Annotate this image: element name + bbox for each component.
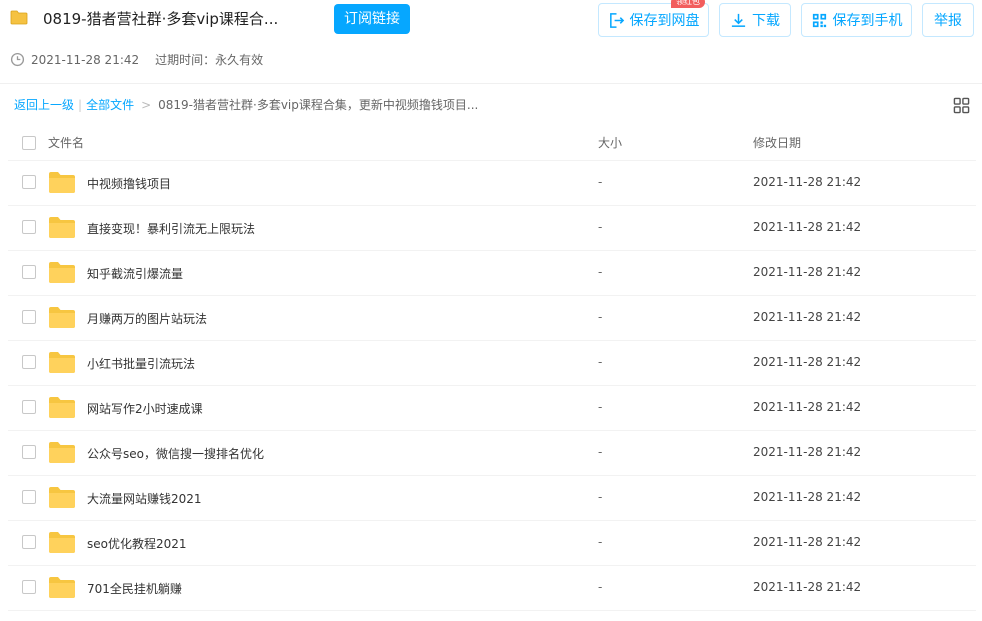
table-row[interactable]: 知乎截流引爆流量 - 2021-11-28 21:42: [8, 251, 976, 296]
file-date: 2021-11-28 21:42: [753, 310, 862, 324]
folder-icon: [49, 262, 75, 283]
download-button[interactable]: 下载: [719, 3, 791, 37]
row-checkbox[interactable]: [22, 220, 36, 234]
file-name[interactable]: 中视频撸钱项目: [87, 175, 171, 192]
share-meta: 2021-11-28 21:42 过期时间：永久有效: [10, 51, 263, 68]
header-date[interactable]: 修改日期: [753, 134, 801, 151]
folder-icon: [49, 172, 75, 193]
expire-time: 过期时间：永久有效: [155, 53, 264, 67]
folder-icon: [49, 532, 75, 553]
file-name[interactable]: 知乎截流引爆流量: [87, 265, 183, 282]
file-date: 2021-11-28 21:42: [753, 355, 862, 369]
file-date: 2021-11-28 21:42: [753, 445, 862, 459]
page-title: 0819-猎者营社群·多套vip课程合...: [43, 10, 279, 28]
file-name[interactable]: 大流量网站赚钱2021: [87, 490, 202, 507]
table-row[interactable]: 大流量网站赚钱2021 - 2021-11-28 21:42: [8, 476, 976, 521]
breadcrumb-arrow: >: [141, 97, 152, 112]
save-to-disk-icon: [609, 12, 624, 28]
file-size: -: [598, 580, 603, 594]
breadcrumb-all-files-link[interactable]: 全部文件: [86, 96, 134, 113]
save-to-netdisk-button[interactable]: 保存到网盘: [598, 3, 709, 37]
header-size[interactable]: 大小: [598, 134, 622, 151]
file-name[interactable]: seo优化教程2021: [87, 535, 187, 552]
breadcrumb-back-link[interactable]: 返回上一级: [14, 96, 74, 113]
download-label: 下载: [752, 13, 780, 29]
row-checkbox[interactable]: [22, 175, 36, 189]
file-date: 2021-11-28 21:42: [753, 400, 862, 414]
table-row[interactable]: 月赚两万的图片站玩法 - 2021-11-28 21:42: [8, 296, 976, 341]
table-row[interactable]: 公众号seo，微信搜一搜排名优化 - 2021-11-28 21:42: [8, 431, 976, 476]
save-to-netdisk-label: 保存到网盘: [629, 13, 700, 29]
row-checkbox[interactable]: [22, 445, 36, 459]
folder-icon: [49, 352, 75, 373]
table-row[interactable]: 网站写作2小时速成课 - 2021-11-28 21:42: [8, 386, 976, 431]
file-size: -: [598, 355, 603, 369]
folder-icon: [49, 217, 75, 238]
created-time: 2021-11-28 21:42: [31, 52, 140, 67]
table-row[interactable]: 小红书批量引流玩法 - 2021-11-28 21:42: [8, 341, 976, 386]
table-header: 文件名 大小 修改日期: [8, 124, 976, 161]
row-checkbox[interactable]: [22, 580, 36, 594]
table-row[interactable]: 701全民挂机躺赚 - 2021-11-28 21:42: [8, 566, 976, 611]
row-checkbox[interactable]: [22, 535, 36, 549]
report-button[interactable]: 举报: [922, 3, 974, 37]
file-size: -: [598, 490, 603, 504]
file-size: -: [598, 310, 603, 324]
folder-icon: [49, 397, 75, 418]
row-checkbox[interactable]: [22, 355, 36, 369]
qr-code-icon: [812, 13, 826, 27]
breadcrumb-current: 0819-猎者营社群·多套vip课程合集，更新中视频撸钱项目...: [158, 98, 479, 112]
file-size: -: [598, 265, 603, 279]
file-name[interactable]: 701全民挂机躺赚: [87, 580, 182, 597]
save-to-phone-button[interactable]: 保存到手机: [801, 3, 912, 37]
breadcrumb-separator: |: [78, 97, 83, 112]
file-name[interactable]: 直接变现！暴利引流无上限玩法: [87, 220, 255, 237]
folder-icon: [10, 10, 28, 25]
file-name[interactable]: 小红书批量引流玩法: [87, 355, 195, 372]
file-size: -: [598, 175, 603, 189]
file-date: 2021-11-28 21:42: [753, 220, 862, 234]
share-header: 0819-猎者营社群·多套vip课程合... 订阅链接 保存到网盘 领红包 下载…: [0, 0, 982, 84]
file-name[interactable]: 公众号seo，微信搜一搜排名优化: [87, 445, 264, 462]
folder-icon: [49, 307, 75, 328]
file-size: -: [598, 220, 603, 234]
subscribe-link-button[interactable]: 订阅链接: [334, 4, 410, 34]
row-checkbox[interactable]: [22, 310, 36, 324]
file-date: 2021-11-28 21:42: [753, 490, 862, 504]
file-size: -: [598, 535, 603, 549]
grid-view-icon[interactable]: [953, 97, 970, 114]
select-all-checkbox[interactable]: [22, 136, 36, 150]
folder-icon: [49, 577, 75, 598]
header-name[interactable]: 文件名: [48, 134, 84, 151]
table-row[interactable]: 中视频撸钱项目 - 2021-11-28 21:42: [8, 161, 976, 206]
file-date: 2021-11-28 21:42: [753, 265, 862, 279]
row-checkbox[interactable]: [22, 265, 36, 279]
download-icon: [731, 13, 746, 27]
row-checkbox[interactable]: [22, 400, 36, 414]
file-list: 中视频撸钱项目 - 2021-11-28 21:42 直接变现！暴利引流无上限玩…: [8, 161, 976, 611]
file-date: 2021-11-28 21:42: [753, 580, 862, 594]
row-checkbox[interactable]: [22, 490, 36, 504]
file-date: 2021-11-28 21:42: [753, 535, 862, 549]
file-date: 2021-11-28 21:42: [753, 175, 862, 189]
breadcrumb: 返回上一级 | 全部文件 > 0819-猎者营社群·多套vip课程合集，更新中视…: [14, 96, 478, 113]
folder-icon: [49, 487, 75, 508]
file-size: -: [598, 445, 603, 459]
file-name[interactable]: 月赚两万的图片站玩法: [87, 310, 207, 327]
file-name[interactable]: 网站写作2小时速成课: [87, 400, 203, 417]
clock-icon: [10, 52, 25, 67]
red-packet-badge: 领红包: [671, 0, 705, 8]
table-row[interactable]: 直接变现！暴利引流无上限玩法 - 2021-11-28 21:42: [8, 206, 976, 251]
save-to-phone-label: 保存到手机: [832, 13, 903, 29]
folder-icon: [49, 442, 75, 463]
file-size: -: [598, 400, 603, 414]
table-row[interactable]: seo优化教程2021 - 2021-11-28 21:42: [8, 521, 976, 566]
